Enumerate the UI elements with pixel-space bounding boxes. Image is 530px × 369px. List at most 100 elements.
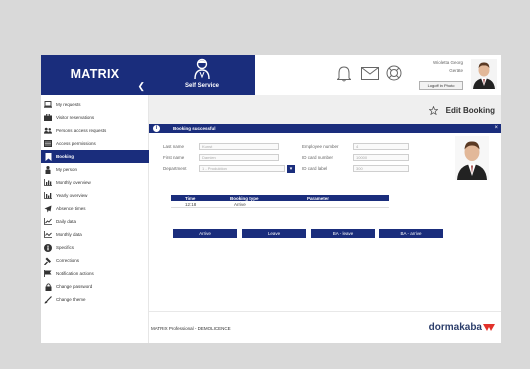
envelope-icon[interactable]	[361, 67, 379, 80]
self-service-tab[interactable]: Self Service	[149, 55, 255, 95]
sidebar-item-label: My requests	[56, 102, 81, 107]
bar-chart-icon	[44, 192, 52, 200]
sidebar-item-label: Booking	[56, 154, 74, 159]
booking-card: Last name Kunst First name Damien Depart…	[149, 133, 501, 311]
laptop-icon	[44, 101, 52, 109]
employee-number-label: Employee number	[302, 144, 339, 149]
plane-icon	[44, 205, 52, 213]
sidebar-item-label: Access permissions	[56, 141, 96, 146]
sidebar-item-label: Change password	[56, 284, 93, 289]
sidebar-item-label: Notification actions	[56, 271, 94, 276]
sidebar-item-absence-times[interactable]: Absence times	[41, 202, 149, 215]
id-card-label-label: ID card label	[302, 166, 328, 171]
arrive-button[interactable]: Arrive	[173, 229, 237, 238]
id-card-label-field: 300	[353, 165, 409, 172]
flag-icon	[44, 270, 52, 278]
sidebar-item-label: My person	[56, 167, 78, 172]
person-icon	[44, 165, 52, 174]
cell-booking-type: Arrive	[234, 202, 246, 207]
last-name-label: Last name	[163, 144, 185, 149]
logout-button[interactable]: Logoff in Photo	[419, 81, 463, 90]
success-alert: i Booking successful ×	[149, 124, 501, 133]
first-name-label: First name	[163, 155, 185, 160]
line-chart-icon	[44, 231, 52, 239]
sidebar-item-specifics[interactable]: Specifics	[41, 241, 149, 254]
info-icon	[44, 243, 52, 252]
ba-arrive-button[interactable]: BA - arrive	[379, 229, 443, 238]
users-icon	[44, 127, 52, 135]
sidebar-item-label: Monthly overview	[56, 180, 91, 185]
sidebar-item-label: Daily data	[56, 219, 77, 224]
department-label: Department	[163, 166, 187, 171]
sidebar-item-label: Corrections	[56, 258, 80, 263]
sidebar-item-label: Specifics	[56, 245, 75, 250]
sidebar-item-notification-actions[interactable]: Notification actions	[41, 267, 149, 280]
last-name-field: Kunst	[199, 143, 279, 150]
dormakaba-logo-text: dormakaba	[428, 322, 482, 333]
user-avatar[interactable]	[471, 59, 497, 89]
sidebar-item-yearly-overview[interactable]: Yearly overview	[41, 189, 149, 202]
sidebar-item-monthly-overview[interactable]: Monthly overview	[41, 176, 149, 189]
user-role: Geräte	[449, 68, 463, 73]
cell-time: 12:18	[185, 202, 197, 207]
column-header-time: Time	[185, 195, 196, 201]
chevron-left-icon[interactable]: ❮	[137, 82, 145, 91]
info-icon: i	[153, 125, 160, 132]
sidebar-item-daily-data[interactable]: Daily data	[41, 215, 149, 228]
briefcase-icon	[44, 114, 52, 122]
sidebar-item-label: Yearly overview	[56, 193, 88, 198]
sidebar-item-booking[interactable]: Booking	[41, 150, 149, 163]
id-card-number-field: 10000	[353, 154, 409, 161]
self-service-label: Self Service	[184, 83, 220, 89]
sidebar-item-label: Visitor reservations	[56, 115, 95, 120]
leave-button[interactable]: Leave	[242, 229, 306, 238]
close-icon[interactable]: ×	[494, 125, 498, 132]
column-header-booking-type: Booking type	[230, 195, 259, 201]
sidebar-item-visitor-reservations[interactable]: Visitor reservations	[41, 111, 149, 124]
sidebar: My requests Visitor reservations Persons…	[41, 95, 149, 343]
page-header: Edit Booking	[428, 106, 495, 115]
footer-text: MATRIX Professional - DEMOLICENCE	[151, 326, 231, 331]
first-name-field: Damien	[199, 154, 279, 161]
ba-leave-button[interactable]: BA - leave	[311, 229, 375, 238]
sidebar-item-label: Absence times	[56, 206, 86, 211]
bar-chart-icon	[44, 179, 52, 187]
sidebar-item-persons-access-requests[interactable]: Persons access requests	[41, 124, 149, 137]
department-select[interactable]: 1 - Produktion	[199, 165, 285, 172]
dormakaba-logo: dormakaba	[429, 322, 495, 333]
bookmark-icon	[44, 152, 52, 161]
lock-icon	[44, 282, 52, 291]
sidebar-item-my-person[interactable]: My person	[41, 163, 149, 176]
line-chart-icon	[44, 218, 52, 226]
main-content: Edit Booking i Booking successful × Last…	[149, 95, 501, 343]
brush-icon	[44, 295, 52, 304]
column-header-parameter: Parameter	[307, 195, 330, 201]
sidebar-item-change-password[interactable]: Change password	[41, 280, 149, 293]
sidebar-item-monthly-data[interactable]: Monthly data	[41, 228, 149, 241]
employee-number-field: 4	[353, 143, 409, 150]
sidebar-item-label: Change theme	[56, 297, 86, 302]
sidebar-item-change-theme[interactable]: Change theme	[41, 293, 149, 306]
dormakaba-mark-icon	[483, 323, 495, 331]
employee-photo	[455, 136, 489, 180]
user-name: Wioletta Georg	[432, 60, 463, 65]
sidebar-item-corrections[interactable]: Corrections	[41, 254, 149, 267]
user-service-icon	[194, 58, 210, 80]
sidebar-item-label: Monthly data	[56, 232, 82, 237]
gavel-icon	[44, 257, 52, 265]
id-card-number-label: ID card number	[302, 155, 334, 160]
alert-text: Booking successful	[173, 126, 216, 131]
page-title: Edit Booking	[445, 106, 495, 115]
star-icon[interactable]	[428, 106, 438, 115]
list-icon	[44, 140, 52, 148]
department-dropdown-button[interactable]: ▾	[287, 164, 295, 173]
table-row[interactable]: 12:18 Arrive	[171, 201, 389, 208]
sidebar-item-label: Persons access requests	[56, 128, 107, 133]
header-icons	[255, 55, 402, 95]
user-panel: Wioletta Georg Geräte Logoff in Photo	[395, 55, 501, 95]
sidebar-item-access-permissions[interactable]: Access permissions	[41, 137, 149, 150]
bell-icon[interactable]	[337, 65, 351, 82]
brand-header: MATRIX ❮	[41, 55, 149, 95]
sidebar-item-my-requests[interactable]: My requests	[41, 98, 149, 111]
app-window: MATRIX ❮ Self Service Wioletta Georg Ger…	[41, 55, 501, 343]
